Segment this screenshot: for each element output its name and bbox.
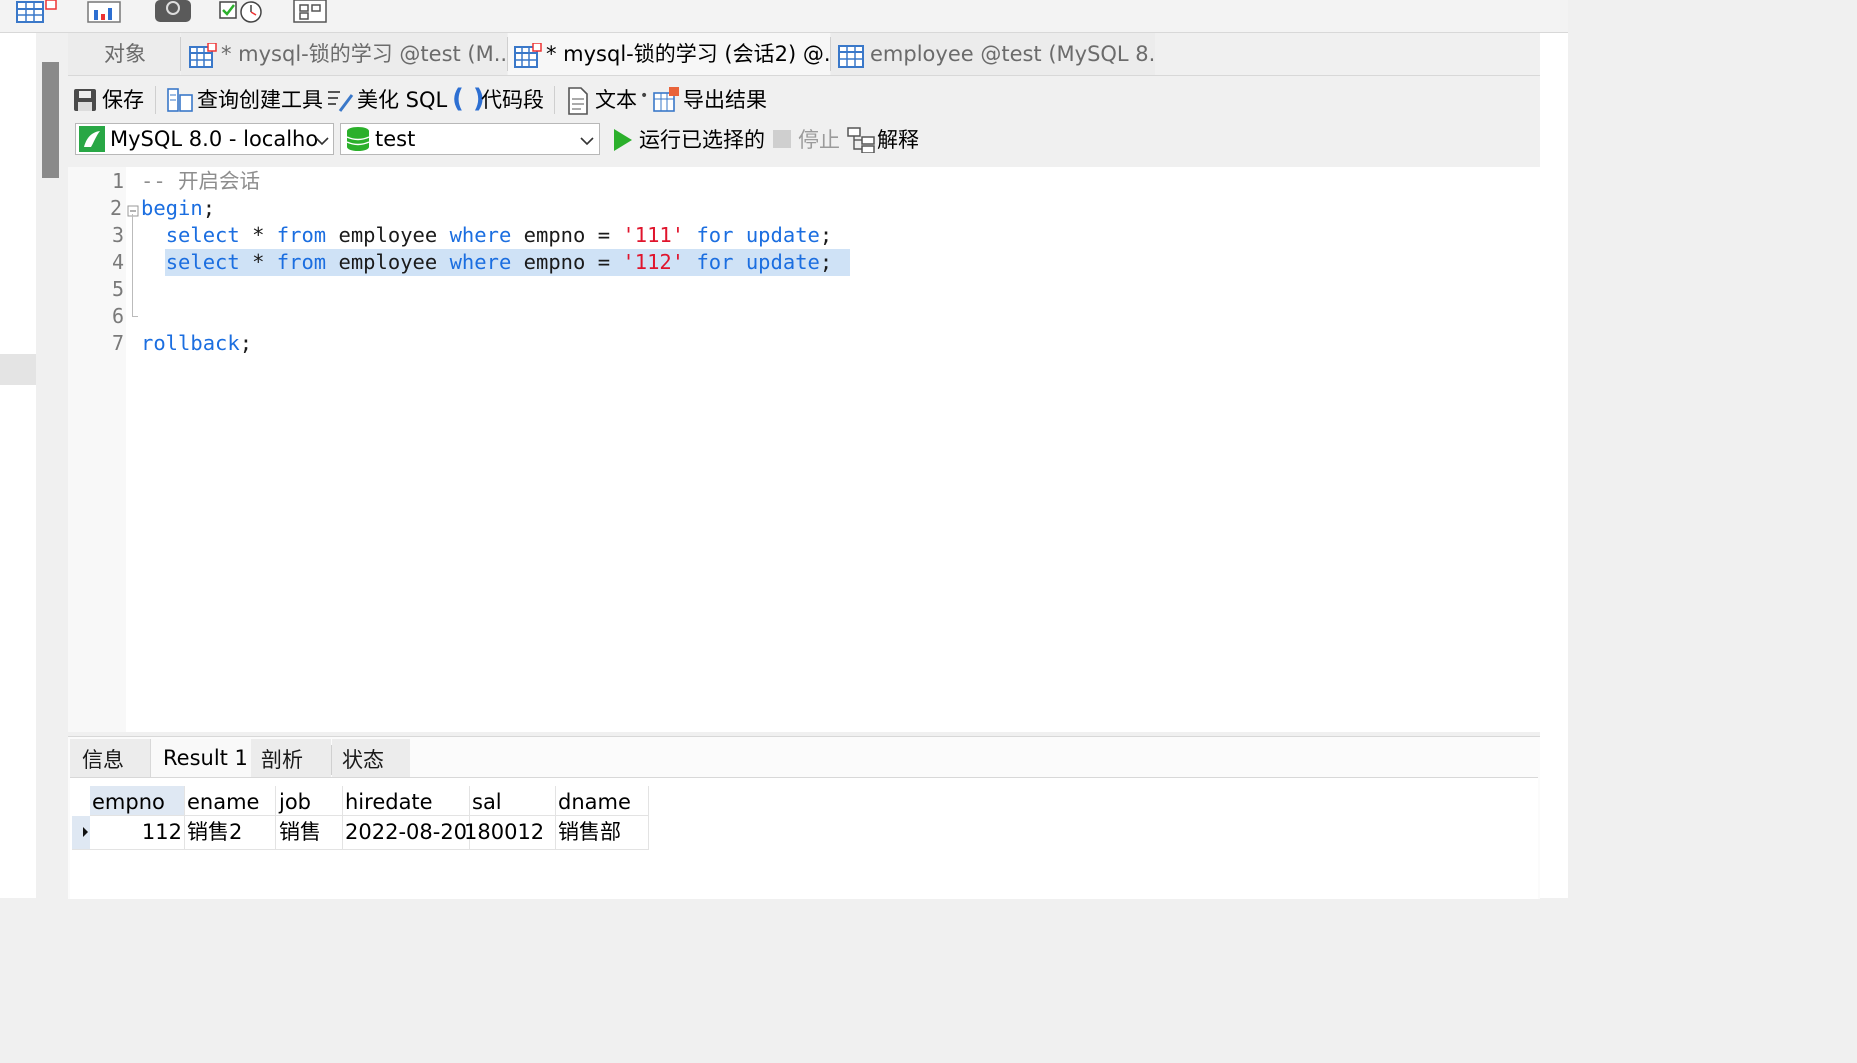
mysql-icon xyxy=(79,126,105,160)
right-scrollbar[interactable] xyxy=(1540,33,1568,898)
fold-line xyxy=(132,214,133,316)
tab-label: employee @test (MySQL 8.... xyxy=(870,42,1155,66)
table-cell[interactable]: 180012 xyxy=(464,816,544,849)
dropdown-dot-icon: • xyxy=(640,88,649,104)
tab-query-session2[interactable]: * mysql-锁的学习 (会话2) @... xyxy=(508,33,830,75)
line-number: 1 xyxy=(111,169,124,193)
query-table-icon xyxy=(513,41,543,75)
table-cell[interactable]: 销售 xyxy=(279,816,321,849)
tab-objects[interactable]: 对象 xyxy=(68,33,180,75)
chevron-down-icon xyxy=(577,128,597,148)
code-line-1: -- 开启会话 xyxy=(141,169,261,193)
line-number: 6 xyxy=(111,304,124,328)
column-header[interactable]: job xyxy=(279,786,311,816)
column-header[interactable]: sal xyxy=(472,786,502,816)
line-number: 4 xyxy=(111,250,124,274)
table-cell[interactable]: 2022-08-20 xyxy=(345,816,467,849)
explain-icon xyxy=(847,127,877,161)
row-indicator[interactable] xyxy=(72,816,90,849)
model-icon[interactable] xyxy=(292,0,328,24)
schedule-icon[interactable] xyxy=(218,0,262,24)
code-line-3: select * from employee where empno = '11… xyxy=(165,223,833,247)
object-pane xyxy=(0,33,36,898)
beautify-icon xyxy=(326,87,354,121)
tab-label: 对象 xyxy=(104,42,146,66)
table-cell[interactable]: 销售2 xyxy=(187,816,242,849)
column-header[interactable]: ename xyxy=(187,786,259,816)
chart-icon[interactable] xyxy=(86,0,122,24)
parentheses-icon: ( ) xyxy=(452,84,485,114)
object-pane-selection xyxy=(0,354,36,385)
query-builder-icon xyxy=(166,87,194,121)
code-line-4: select * from employee where empno = '11… xyxy=(165,250,833,274)
column-header[interactable]: dname xyxy=(558,786,631,816)
table-cell[interactable]: 112 xyxy=(90,816,182,849)
document-icon xyxy=(566,87,590,123)
query-table-icon xyxy=(188,41,218,75)
left-scrollbar-thumb[interactable] xyxy=(42,62,59,178)
line-number: 2 xyxy=(109,196,122,220)
table-icon xyxy=(837,41,865,75)
column-header[interactable]: hiredate xyxy=(345,786,433,816)
main-toolbar xyxy=(0,0,1568,33)
save-icon xyxy=(72,87,98,121)
stop-icon xyxy=(772,127,794,161)
line-number: 7 xyxy=(111,331,124,355)
line-number: 5 xyxy=(111,277,124,301)
tab-query-session1[interactable]: * mysql-锁的学习 @test (M... xyxy=(181,33,507,75)
tab-employee-table[interactable]: employee @test (MySQL 8.... xyxy=(831,33,1155,75)
code-line-2: begin; xyxy=(141,196,216,220)
tab-profile[interactable]: 剖析 xyxy=(251,739,331,777)
tab-bar: 对象 * mysql-锁的学习 @test (M... * mysql-锁的学习… xyxy=(68,33,1540,76)
code-line-7: rollback; xyxy=(141,331,253,355)
export-icon xyxy=(652,87,680,121)
tab-result-1[interactable]: Result 1 xyxy=(150,739,252,777)
database-icon xyxy=(345,126,371,160)
column-header[interactable]: empno xyxy=(92,786,165,816)
table-icon[interactable] xyxy=(14,0,57,24)
tab-status[interactable]: 状态 xyxy=(332,739,410,777)
database-select[interactable]: test xyxy=(340,123,600,155)
fold-end xyxy=(132,316,138,317)
query-icon[interactable] xyxy=(154,0,191,24)
table-cell[interactable]: 销售部 xyxy=(558,816,621,849)
fold-collapse-icon[interactable] xyxy=(127,202,139,221)
play-icon xyxy=(612,127,634,161)
chevron-down-icon xyxy=(312,128,332,148)
tab-label: * mysql-锁的学习 (会话2) @... xyxy=(546,42,830,66)
connection-select[interactable]: MySQL 8.0 - localho xyxy=(75,123,334,155)
line-number: 3 xyxy=(111,223,124,247)
tab-info[interactable]: 信息 xyxy=(70,739,150,777)
tab-label: * mysql-锁的学习 @test (M... xyxy=(221,42,507,66)
